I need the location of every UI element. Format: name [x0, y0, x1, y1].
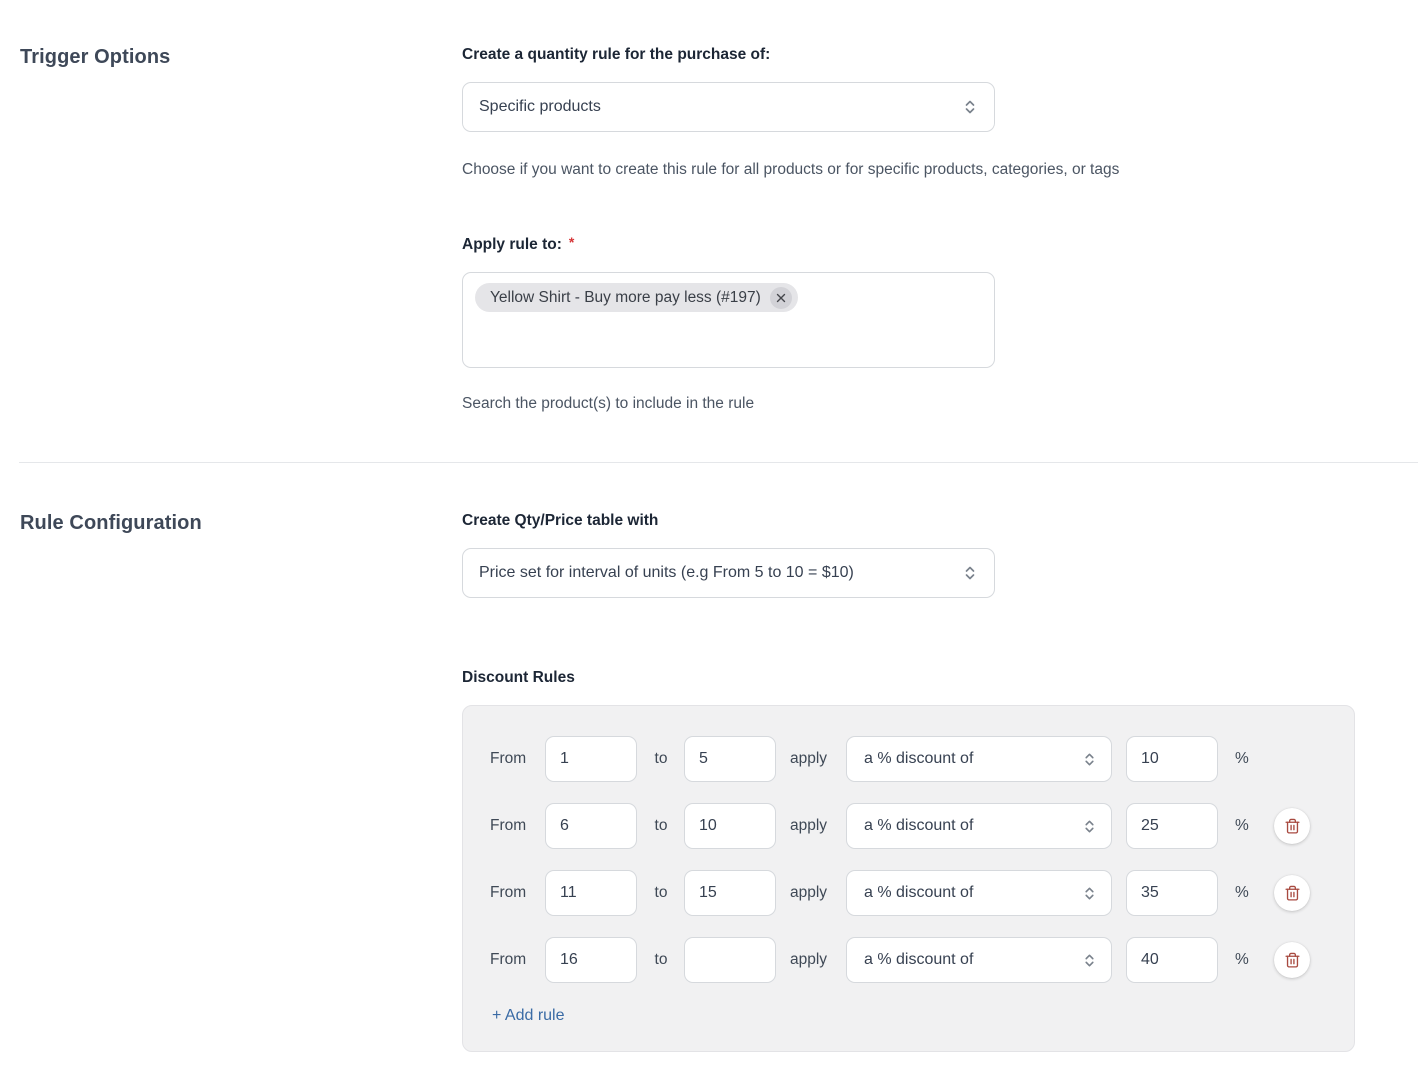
chevron-updown-icon	[1082, 751, 1097, 768]
rule-configuration-heading: Rule Configuration	[20, 512, 462, 535]
qty-price-table-select-value: Price set for interval of units (e.g Fro…	[479, 564, 962, 582]
discount-value-input[interactable]	[1126, 803, 1218, 849]
quantity-rule-select[interactable]: Specific products	[462, 82, 995, 132]
selected-product-tag: Yellow Shirt - Buy more pay less (#197)	[475, 283, 798, 312]
delete-rule-button[interactable]	[1274, 875, 1310, 911]
to-label: to	[653, 817, 669, 835]
quantity-rule-label: Create a quantity rule for the purchase …	[462, 46, 1418, 64]
discount-type-select-value: a % discount of	[864, 750, 1082, 768]
to-label: to	[653, 750, 669, 768]
chevron-updown-icon	[962, 564, 978, 582]
discount-rule-row: From to apply a % discount of%	[490, 803, 1327, 849]
from-label: From	[490, 817, 531, 835]
apply-label: apply	[790, 750, 834, 768]
from-label: From	[490, 951, 531, 969]
selected-product-tag-label: Yellow Shirt - Buy more pay less (#197)	[490, 289, 761, 307]
rule-configuration-section: Rule Configuration Create Qty/Price tabl…	[0, 463, 1418, 1052]
trigger-options-heading: Trigger Options	[20, 46, 462, 69]
discount-type-select[interactable]: a % discount of	[846, 736, 1112, 782]
percent-label: %	[1235, 951, 1253, 969]
apply-rule-product-input[interactable]: Yellow Shirt - Buy more pay less (#197)	[462, 272, 995, 368]
percent-label: %	[1235, 817, 1253, 835]
chevron-updown-icon	[1082, 885, 1097, 902]
apply-label: apply	[790, 817, 834, 835]
remove-product-button[interactable]	[770, 287, 792, 309]
from-label: From	[490, 884, 531, 902]
to-label: to	[653, 951, 669, 969]
discount-type-select-value: a % discount of	[864, 817, 1082, 835]
qty-price-table-select[interactable]: Price set for interval of units (e.g Fro…	[462, 548, 995, 598]
discount-type-select-value: a % discount of	[864, 884, 1082, 902]
chevron-updown-icon	[1082, 818, 1097, 835]
add-rule-link[interactable]: + Add rule	[492, 1007, 565, 1025]
trash-icon	[1284, 818, 1301, 835]
percent-label: %	[1235, 884, 1253, 902]
chevron-updown-icon	[1082, 952, 1097, 969]
quantity-rule-help: Choose if you want to create this rule f…	[462, 159, 1418, 181]
discount-type-select[interactable]: a % discount of	[846, 937, 1112, 983]
percent-label: %	[1235, 750, 1253, 768]
apply-rule-help: Search the product(s) to include in the …	[462, 393, 1418, 415]
trash-placeholder	[1253, 741, 1310, 777]
apply-rule-label: Apply rule to: *	[462, 234, 1418, 254]
chevron-updown-icon	[962, 98, 978, 116]
apply-rule-label-text: Apply rule to:	[462, 236, 562, 253]
discount-rules-panel: From to apply a % discount of% From to apply a …	[462, 705, 1355, 1052]
to-qty-input[interactable]	[684, 937, 776, 983]
quantity-rule-select-value: Specific products	[479, 98, 962, 116]
from-qty-input[interactable]	[545, 870, 637, 916]
delete-rule-button[interactable]	[1274, 942, 1310, 978]
discount-rule-row: From to apply a % discount of%	[490, 870, 1327, 916]
from-qty-input[interactable]	[545, 736, 637, 782]
trash-icon	[1284, 885, 1301, 902]
discount-value-input[interactable]	[1126, 937, 1218, 983]
delete-rule-button[interactable]	[1274, 808, 1310, 844]
apply-label: apply	[790, 884, 834, 902]
from-qty-input[interactable]	[545, 803, 637, 849]
discount-rules-rows: From to apply a % discount of% From to apply a …	[490, 736, 1327, 983]
discount-rules-label: Discount Rules	[462, 669, 1418, 687]
to-label: to	[653, 884, 669, 902]
trash-icon	[1284, 952, 1301, 969]
required-asterisk: *	[569, 234, 574, 250]
from-qty-input[interactable]	[545, 937, 637, 983]
discount-type-select-value: a % discount of	[864, 951, 1082, 969]
to-qty-input[interactable]	[684, 870, 776, 916]
discount-value-input[interactable]	[1126, 870, 1218, 916]
trigger-options-section: Trigger Options Create a quantity rule f…	[0, 0, 1418, 415]
discount-rule-row: From to apply a % discount of%	[490, 937, 1327, 983]
from-label: From	[490, 750, 531, 768]
close-icon	[776, 293, 786, 303]
qty-price-table-label: Create Qty/Price table with	[462, 512, 1418, 530]
discount-type-select[interactable]: a % discount of	[846, 803, 1112, 849]
apply-label: apply	[790, 951, 834, 969]
discount-rule-row: From to apply a % discount of%	[490, 736, 1327, 782]
discount-type-select[interactable]: a % discount of	[846, 870, 1112, 916]
to-qty-input[interactable]	[684, 803, 776, 849]
discount-value-input[interactable]	[1126, 736, 1218, 782]
to-qty-input[interactable]	[684, 736, 776, 782]
